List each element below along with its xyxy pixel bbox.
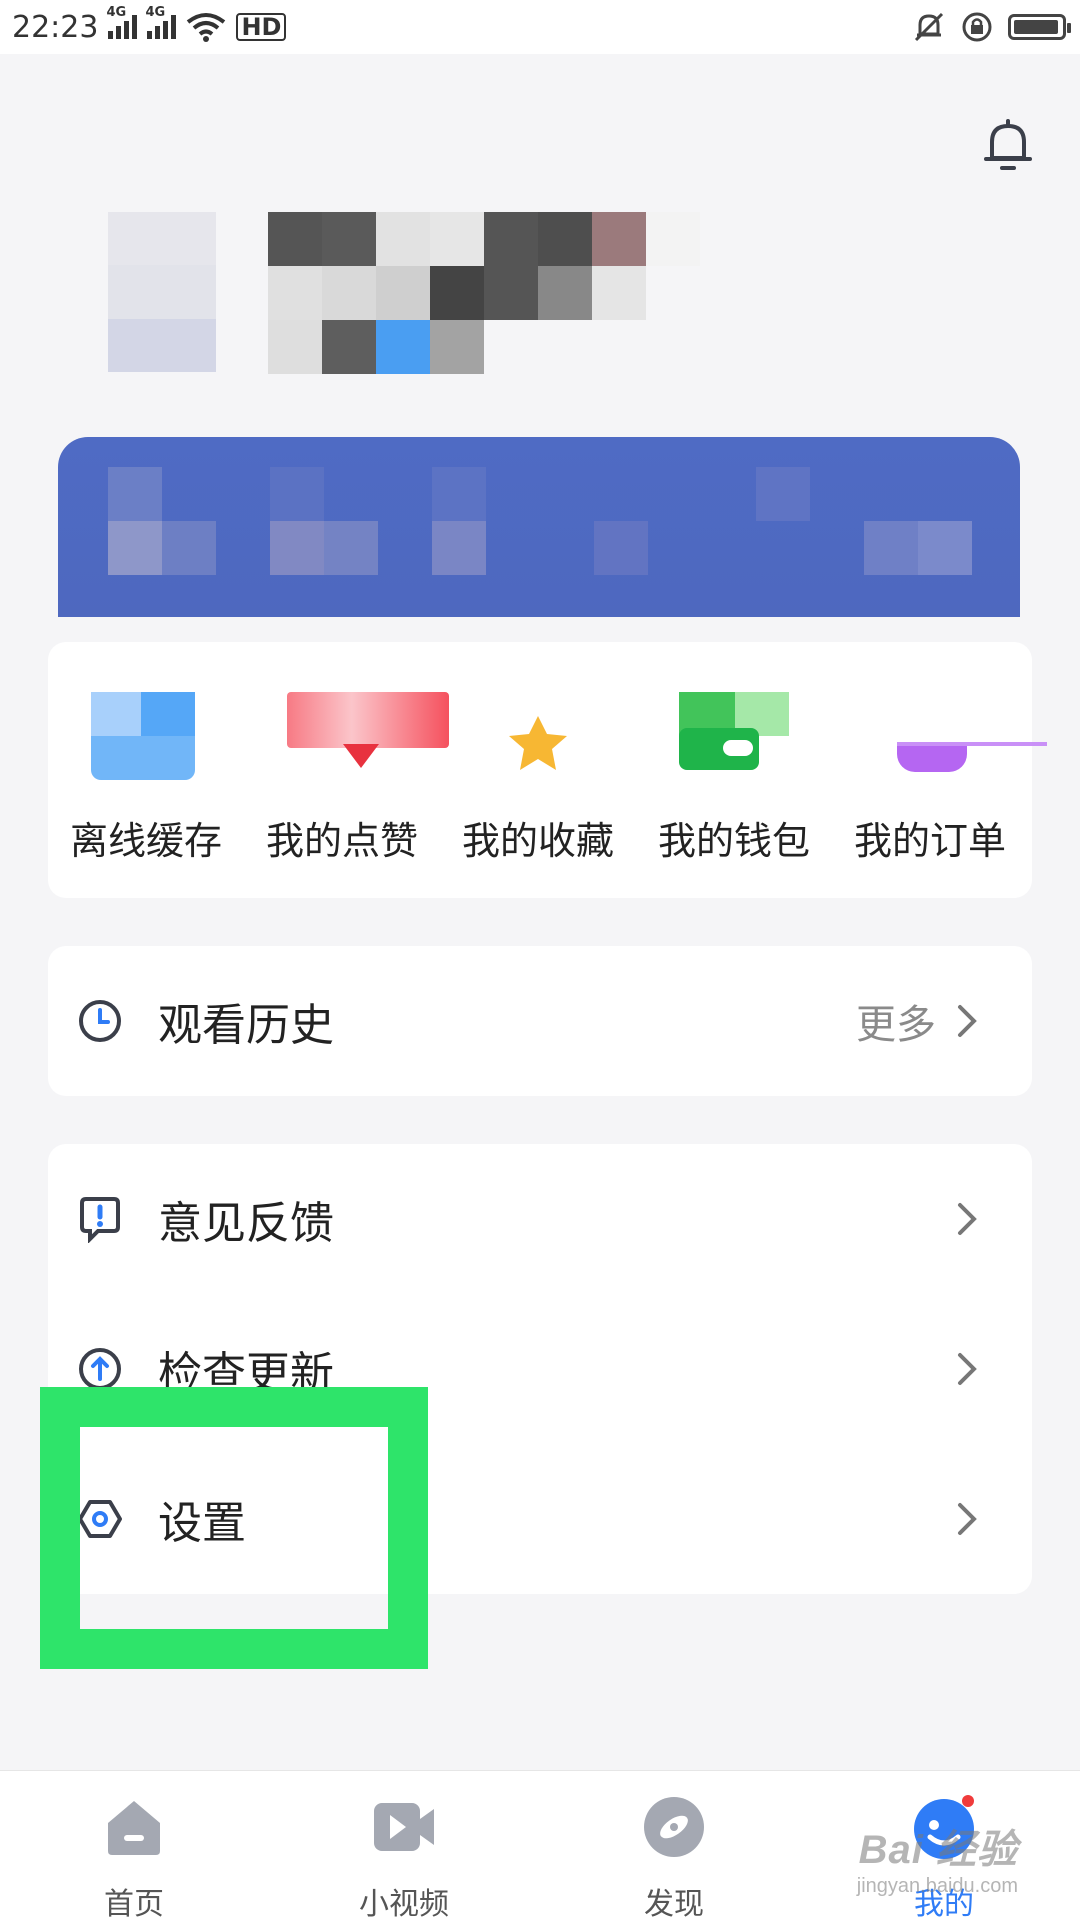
nav-label: 首页: [104, 1887, 164, 1920]
menu-item-label: 意见反馈: [158, 1198, 334, 1249]
menu-item-check-update[interactable]: 检查更新: [48, 1294, 1032, 1444]
quick-action-label: 我的订单: [853, 819, 1006, 863]
feedback-icon: [80, 1197, 120, 1243]
orders-icon: [875, 692, 1047, 780]
update-icon: [79, 1348, 121, 1390]
signal-icon: 4G: [106, 5, 138, 39]
watch-history-row[interactable]: 观看历史 更多: [48, 946, 1032, 1096]
menu-card: 意见反馈 检查更新 设置: [48, 1144, 1032, 1594]
menu-item-feedback[interactable]: 意见反馈: [48, 1144, 1032, 1294]
settings-icon: [78, 1500, 122, 1538]
nav-label: 发现: [644, 1887, 704, 1920]
quick-action-wallet[interactable]: 我的钱包: [644, 692, 824, 865]
signal-label: 4G: [106, 5, 127, 20]
status-time: 22:23: [12, 9, 99, 45]
wallet-icon: [679, 692, 789, 780]
chevron-right-icon: [958, 1203, 977, 1235]
quick-action-label: 离线缓存: [69, 819, 222, 863]
watermark: Bai 经验 jingyan.baidu.com: [857, 1817, 1018, 1898]
wifi-icon: [187, 13, 226, 42]
clock-icon: [79, 1000, 121, 1042]
watermark-main: Bai 经验: [858, 1828, 1018, 1872]
quick-action-orders[interactable]: 我的订单: [840, 692, 1047, 865]
quick-action-label: 我的点赞: [265, 819, 418, 863]
home-icon: [108, 1801, 160, 1855]
bottom-nav: 首页 小视频 发现 我的 Bai 经验 jingyan.baidu.com: [0, 1770, 1080, 1920]
notification-dot: [962, 1795, 974, 1807]
chevron-right-icon: [958, 1005, 977, 1037]
quick-action-likes[interactable]: 我的点赞: [252, 692, 449, 865]
menu-item-label: 设置: [158, 1498, 246, 1549]
more-link[interactable]: 更多: [856, 992, 936, 1050]
status-bar: 22:23 4G 4G HD: [0, 0, 1080, 54]
chevron-right-icon: [958, 1503, 977, 1535]
screen: 22:23 4G 4G HD 离线缓存 我的点赞 我的收藏 我的钱包 我的订单 …: [0, 0, 1080, 1920]
nav-label: 小视频: [359, 1887, 449, 1920]
menu-item-label: 检查更新: [158, 1348, 334, 1399]
watch-history-label: 观看历史: [158, 1000, 334, 1051]
mute-bell-icon: [914, 12, 944, 42]
battery-icon: [1008, 14, 1071, 40]
nav-item-short-video[interactable]: 小视频: [324, 1795, 484, 1920]
status-right: [912, 10, 1071, 44]
likes-icon: [287, 692, 449, 780]
short-video-icon: [374, 1803, 434, 1851]
notification-bell-icon[interactable]: [982, 118, 1034, 174]
nav-item-discover[interactable]: 发现: [594, 1795, 754, 1920]
status-left: 22:23 4G 4G HD: [12, 5, 287, 45]
chevron-right-icon: [958, 1353, 977, 1385]
quick-actions-card: 离线缓存 我的点赞 我的收藏 我的钱包 我的订单: [48, 642, 1047, 898]
watch-history-card[interactable]: 观看历史 更多: [48, 946, 1032, 1096]
vip-banner[interactable]: [58, 437, 1020, 617]
quick-action-favorites[interactable]: 我的收藏: [448, 692, 628, 865]
quick-action-label: 我的钱包: [657, 819, 810, 863]
hd-voice-icon: HD: [236, 13, 287, 41]
favorites-star-icon: [483, 692, 593, 780]
signal-icon-2: 4G: [145, 5, 177, 39]
watermark-sub: jingyan.baidu.com: [856, 1875, 1018, 1897]
quick-action-label: 我的收藏: [461, 819, 614, 863]
rotation-lock-icon: [962, 12, 992, 42]
avatar[interactable]: [108, 212, 216, 372]
menu-item-settings[interactable]: 设置: [48, 1444, 1032, 1594]
signal-label-2: 4G: [145, 5, 166, 20]
nav-item-home[interactable]: 首页: [54, 1795, 214, 1920]
discover-icon: [644, 1797, 704, 1857]
profile-name-mosaic[interactable]: [268, 212, 700, 374]
quick-action-offline-cache[interactable]: 离线缓存: [56, 692, 236, 865]
offline-cache-icon: [91, 692, 201, 780]
